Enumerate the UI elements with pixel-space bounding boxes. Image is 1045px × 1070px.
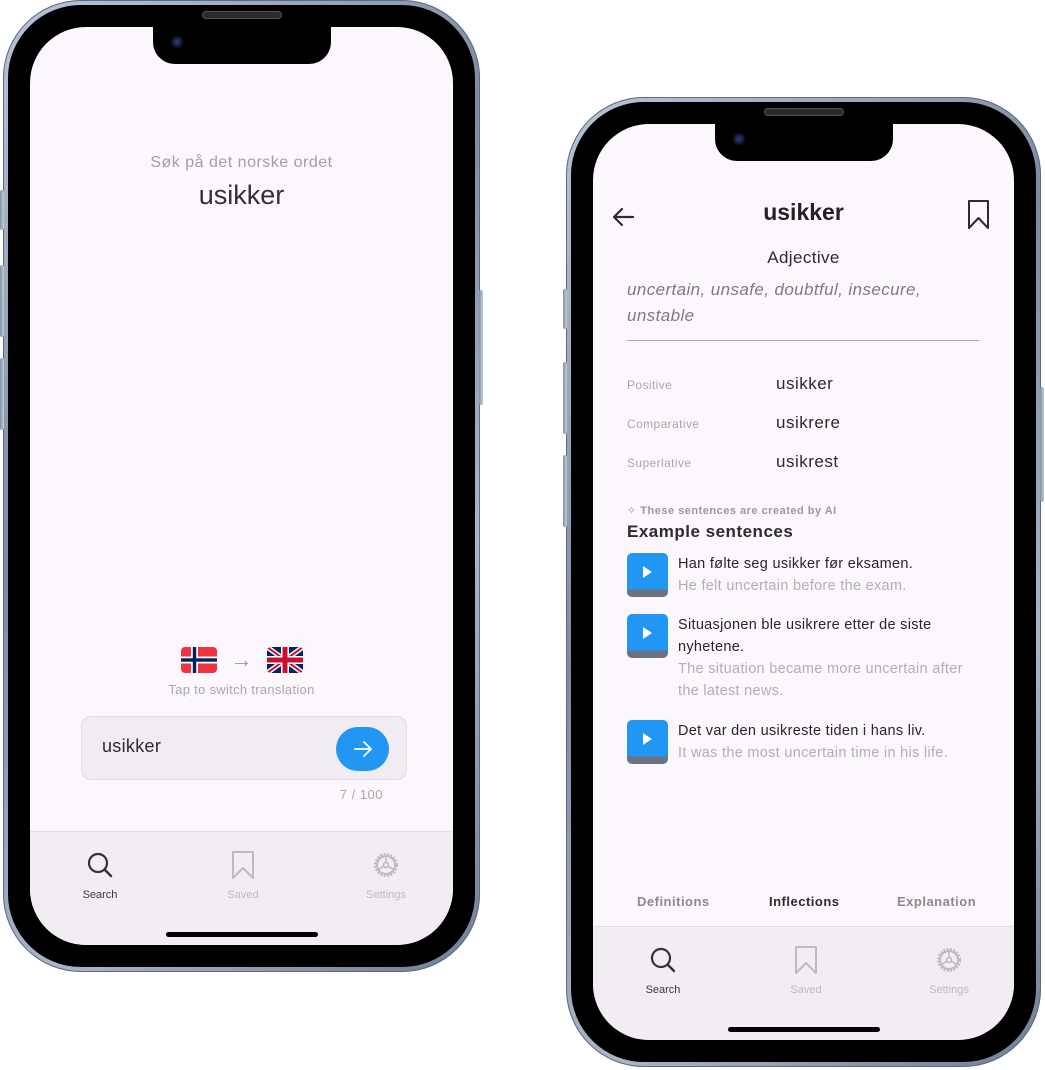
search-icon — [650, 947, 676, 973]
tab-saved[interactable]: Saved — [756, 945, 856, 996]
play-audio-button[interactable] — [627, 614, 668, 658]
mute-switch — [563, 289, 567, 329]
mute-switch — [0, 190, 4, 230]
inflection-value: usikrest — [776, 452, 839, 471]
example-english: He felt uncertain before the exam. — [678, 578, 907, 594]
bezel: Søk på det norske ordet usikker → Tap to… — [8, 5, 475, 967]
inflection-label: Superlative — [627, 456, 692, 470]
current-word: usikker — [198, 180, 285, 210]
speaker-grille — [201, 11, 282, 19]
gear-icon — [374, 853, 398, 877]
example-norwegian: Han følte seg usikker før eksamen. — [678, 556, 914, 572]
example-english: It was the most uncertain time in his li… — [678, 745, 948, 761]
tab-saved-label: Saved — [227, 889, 259, 901]
sparkle-icon: ✧ — [627, 505, 637, 517]
inflection-value: usikker — [776, 374, 834, 393]
character-counter: 7 / 100 — [339, 787, 383, 802]
ai-disclaimer-text: These sentences are created by AI — [640, 505, 837, 517]
tab-bar: Search Saved Settings — [593, 926, 1014, 1040]
play-audio-button[interactable] — [627, 720, 668, 764]
search-screen: Søk på det norske ordet usikker → Tap to… — [30, 27, 453, 945]
inflection-row: Superlative usikrest — [627, 452, 987, 474]
bookmark-icon — [795, 946, 817, 974]
tab-search[interactable]: Search — [50, 850, 150, 901]
camera-icon — [732, 133, 745, 145]
power-button — [479, 290, 483, 405]
home-indicator[interactable] — [165, 932, 318, 937]
tab-inflections[interactable]: Inflections — [769, 894, 840, 909]
detail-screen: usikker Adjective uncertain, unsafe, dou… — [593, 124, 1014, 1040]
inflection-label: Comparative — [627, 417, 700, 431]
tab-saved-label: Saved — [790, 984, 822, 996]
detail-header: usikker — [593, 199, 1014, 239]
tab-settings-label: Settings — [929, 984, 969, 996]
switch-translation-hint: Tap to switch translation — [168, 682, 315, 697]
bookmark-icon — [968, 200, 989, 229]
part-of-speech: Adjective — [767, 248, 840, 267]
volume-up-button — [563, 362, 567, 434]
volume-up-button — [0, 265, 4, 337]
example-norwegian: Det var den usikreste tiden i hans liv. — [678, 723, 926, 739]
search-icon — [87, 852, 113, 878]
play-audio-button[interactable] — [627, 553, 668, 597]
arrow-left-icon — [612, 207, 635, 227]
tab-search[interactable]: Search — [613, 945, 713, 996]
tab-saved[interactable]: Saved — [193, 850, 293, 901]
tab-settings-label: Settings — [366, 889, 406, 901]
volume-down-button — [0, 358, 4, 430]
search-field[interactable] — [81, 716, 407, 780]
divider — [627, 340, 979, 341]
camera-icon — [170, 36, 183, 48]
norway-flag-icon[interactable] — [180, 647, 217, 673]
gear-icon — [937, 948, 961, 972]
search-prompt: Søk på det norske ordet — [150, 154, 333, 171]
example-english: The situation became more uncertain afte… — [678, 661, 963, 699]
speaker-grille — [763, 108, 844, 116]
notch — [152, 27, 331, 64]
tab-definitions[interactable]: Definitions — [637, 894, 710, 909]
examples-heading: Example sentences — [627, 522, 794, 541]
search-input[interactable] — [100, 735, 324, 758]
inflection-row: Positive usikker — [627, 374, 987, 396]
inflection-value: usikrere — [776, 413, 841, 432]
ai-disclaimer: ✧ These sentences are created by AI — [627, 504, 837, 517]
inflection-row: Comparative usikrere — [627, 413, 987, 435]
uk-flag-icon[interactable] — [266, 647, 303, 673]
tab-bar: Search Saved Settings — [30, 831, 453, 945]
bezel: usikker Adjective uncertain, unsafe, dou… — [571, 102, 1036, 1062]
arrow-right-icon: → — [230, 647, 253, 672]
translations: uncertain, unsafe, doubtful, insecure, u… — [627, 280, 921, 325]
back-button[interactable] — [609, 203, 639, 233]
arrow-right-icon — [353, 741, 372, 757]
inflection-label: Positive — [627, 378, 673, 392]
phone-search-screen: Søk på det norske ordet usikker → Tap to… — [0, 0, 483, 972]
home-indicator[interactable] — [727, 1027, 880, 1032]
language-switch[interactable]: → — [30, 647, 453, 673]
volume-down-button — [563, 455, 567, 527]
notch — [714, 124, 893, 161]
tab-search-label: Search — [645, 984, 681, 996]
bookmark-button[interactable] — [966, 199, 992, 233]
tab-explanation[interactable]: Explanation — [897, 894, 976, 909]
phone-detail-screen: usikker Adjective uncertain, unsafe, dou… — [563, 97, 1044, 1067]
power-button — [1040, 387, 1044, 502]
tab-settings[interactable]: Settings — [336, 850, 436, 901]
tab-settings[interactable]: Settings — [899, 945, 999, 996]
example-norwegian: Situasjonen ble usikrere etter de siste … — [678, 617, 932, 655]
word-title: usikker — [763, 199, 844, 225]
bookmark-icon — [232, 851, 254, 879]
search-submit-button[interactable] — [336, 727, 389, 771]
tab-search-label: Search — [82, 889, 118, 901]
